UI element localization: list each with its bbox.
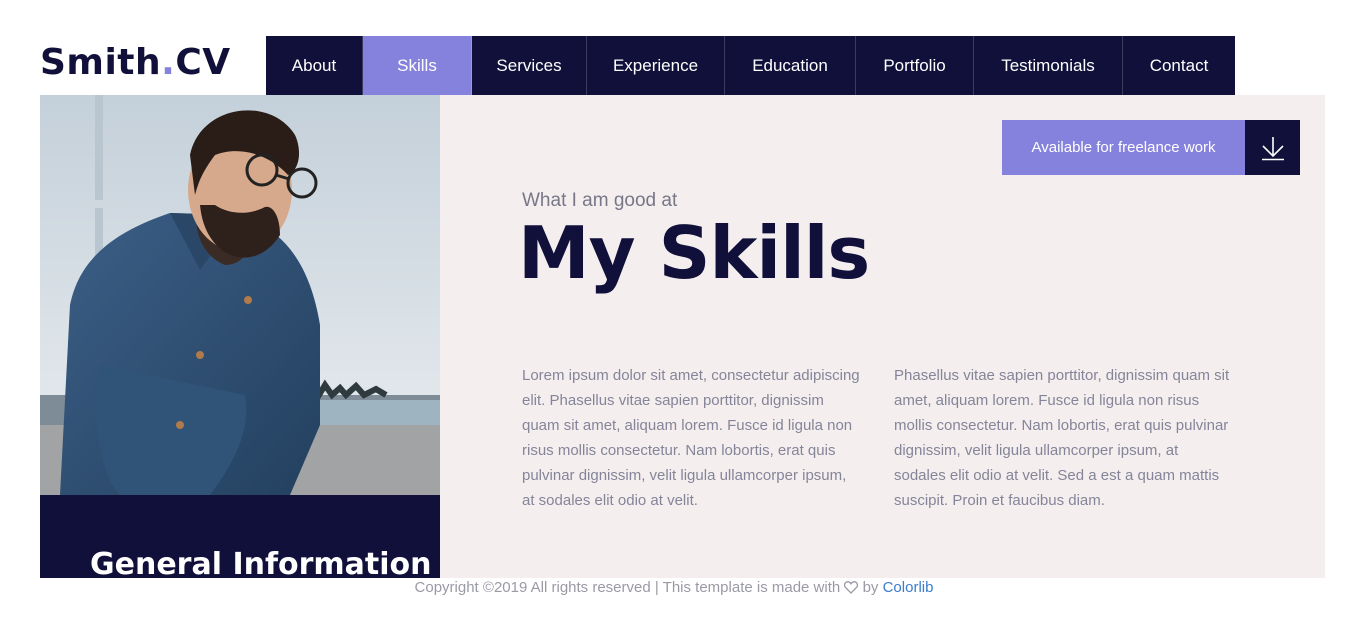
logo-name: Smith [40, 42, 162, 83]
footer: Copyright ©2019 All rights reserved | Th… [0, 578, 1348, 600]
nav-item-portfolio[interactable]: Portfolio [856, 36, 974, 95]
section-title: My Skills [518, 211, 870, 295]
nav-item-experience[interactable]: Experience [587, 36, 725, 95]
nav-item-testimonials[interactable]: Testimonials [974, 36, 1123, 95]
footer-by: by [862, 579, 879, 596]
skills-paragraph-1: Lorem ipsum dolor sit amet, consectetur … [522, 367, 860, 509]
section-subtitle: What I am good at [522, 190, 678, 211]
main-nav: About Skills Services Experience Educati… [266, 36, 1235, 95]
heart-icon [844, 580, 859, 600]
skills-paragraph-2: Phasellus vitae sapien porttitor, dignis… [894, 367, 1230, 509]
profile-photo [40, 95, 440, 495]
site-logo[interactable]: Smith.CV [40, 40, 231, 86]
profile-photo-illustration [40, 95, 440, 495]
logo-suffix: CV [175, 42, 231, 83]
footer-copyright: Copyright ©2019 All rights reserved | Th… [414, 579, 841, 596]
nav-item-contact[interactable]: Contact [1123, 36, 1235, 95]
nav-item-about[interactable]: About [266, 36, 363, 95]
nav-item-services[interactable]: Services [472, 36, 587, 95]
nav-item-skills[interactable]: Skills [363, 36, 472, 95]
general-info-title: General Information [90, 547, 432, 578]
general-info-box: General Information [40, 495, 440, 578]
freelance-button[interactable]: Available for freelance work [1002, 120, 1300, 175]
nav-item-education[interactable]: Education [725, 36, 856, 95]
logo-dot: . [161, 42, 176, 83]
freelance-label: Available for freelance work [1002, 120, 1245, 175]
colorlib-link[interactable]: Colorlib [883, 579, 934, 596]
download-arrow-icon [1245, 120, 1300, 175]
